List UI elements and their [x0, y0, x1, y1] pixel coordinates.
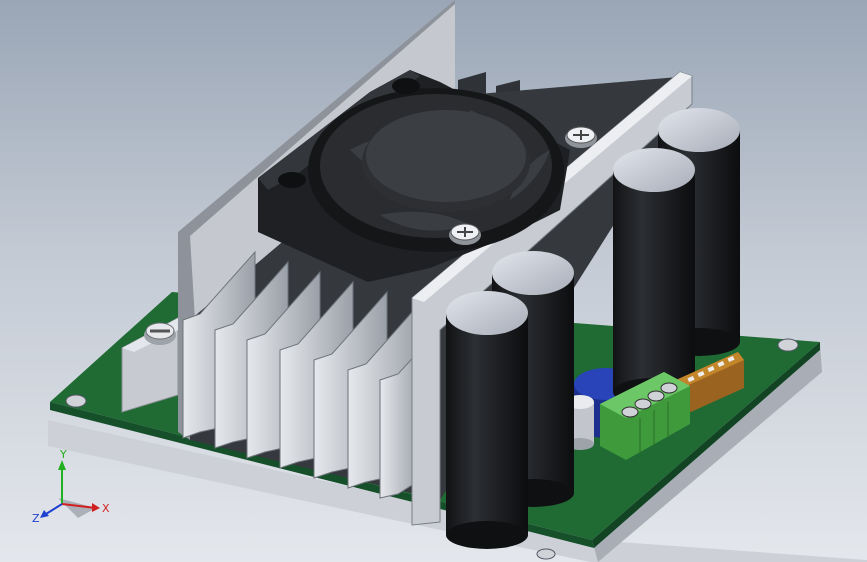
x-axis-label: X [102, 502, 110, 515]
screw [449, 223, 481, 245]
mounting-hole [65, 394, 87, 408]
z-axis-label: Z [32, 512, 40, 525]
orientation-triad[interactable]: Y X Z [28, 448, 118, 528]
3d-viewport[interactable]: Y X Z [0, 0, 867, 562]
z-axis-line [45, 503, 63, 515]
screw [144, 322, 176, 345]
capacitor [613, 148, 695, 406]
x-axis-arrow-icon [92, 503, 100, 512]
screw [565, 126, 597, 148]
mounting-hole [536, 548, 556, 560]
capacitor [446, 291, 528, 549]
y-axis-label: Y [59, 448, 67, 461]
mounting-hole [777, 338, 799, 352]
y-axis-arrow-icon [58, 460, 66, 470]
cad-model-scene[interactable] [0, 0, 867, 562]
